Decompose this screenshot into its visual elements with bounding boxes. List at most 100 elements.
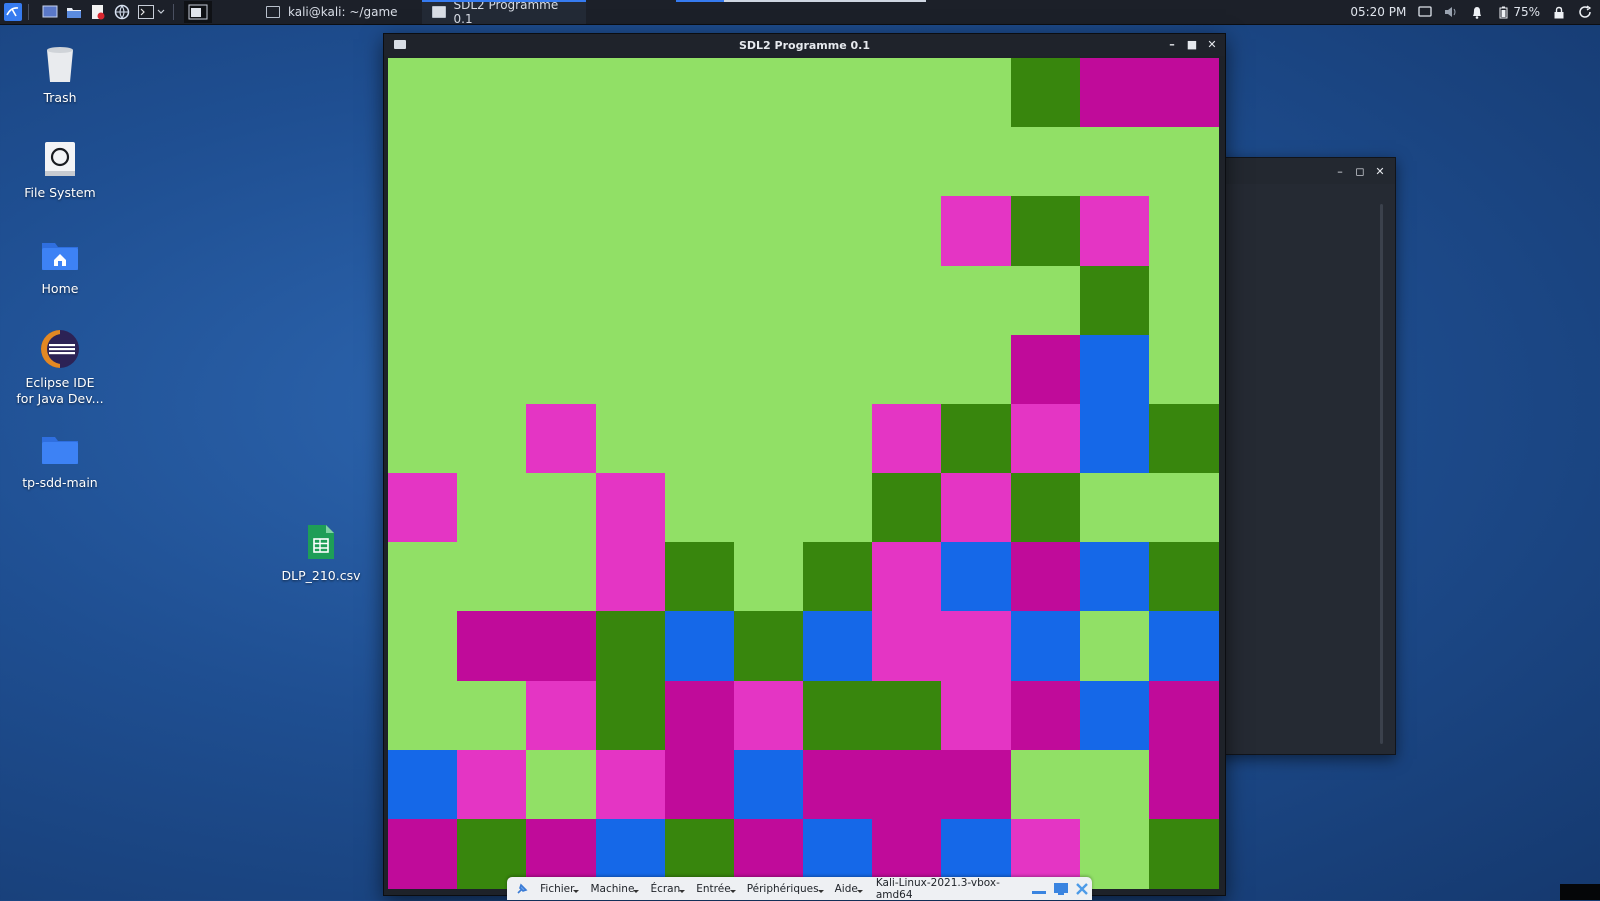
grid-cell[interactable] bbox=[664, 334, 735, 405]
grid-cell[interactable] bbox=[1010, 127, 1081, 198]
grid-cell[interactable] bbox=[457, 334, 528, 405]
grid-cell[interactable] bbox=[595, 334, 666, 405]
grid-cell[interactable] bbox=[457, 680, 528, 751]
menu-ecran[interactable]: Écran bbox=[642, 883, 688, 895]
grid-cell[interactable] bbox=[1148, 542, 1219, 613]
grid-cell[interactable] bbox=[664, 749, 735, 820]
grid-cell[interactable] bbox=[457, 403, 528, 474]
grid-cell[interactable] bbox=[941, 127, 1012, 198]
grid-cell[interactable] bbox=[1079, 680, 1150, 751]
grid-cell[interactable] bbox=[595, 196, 666, 267]
grid-cell[interactable] bbox=[1010, 473, 1081, 543]
grid-cell[interactable] bbox=[872, 265, 943, 336]
grid-cell[interactable] bbox=[803, 334, 873, 405]
grid-cell[interactable] bbox=[388, 473, 458, 543]
grid-cell[interactable] bbox=[526, 265, 597, 336]
grid-cell[interactable] bbox=[1079, 196, 1150, 267]
grid-cell[interactable] bbox=[803, 611, 873, 682]
grid-cell[interactable] bbox=[1079, 749, 1150, 820]
grid-cell[interactable] bbox=[595, 680, 666, 751]
grid-cell[interactable] bbox=[872, 473, 943, 543]
grid-cell[interactable] bbox=[872, 403, 943, 474]
grid-cell[interactable] bbox=[664, 196, 735, 267]
grid-cell[interactable] bbox=[941, 334, 1012, 405]
grid-cell[interactable] bbox=[526, 196, 597, 267]
grid-cell[interactable] bbox=[1010, 542, 1081, 613]
exit-fullscreen-icon[interactable] bbox=[1053, 882, 1069, 896]
grid-cell[interactable] bbox=[1079, 611, 1150, 682]
window-titlebar[interactable]: SDL2 Programme 0.1 – ■ ✕ bbox=[384, 34, 1225, 56]
grid-cell[interactable] bbox=[1148, 334, 1219, 405]
minimize-vm-icon[interactable] bbox=[1031, 882, 1047, 896]
menu-machine[interactable]: Machine bbox=[582, 883, 642, 895]
grid-cell[interactable] bbox=[803, 127, 873, 198]
maximize-icon[interactable]: ◻ bbox=[1355, 164, 1365, 178]
grid-cell[interactable] bbox=[941, 749, 1012, 820]
grid-cell[interactable] bbox=[457, 58, 528, 128]
grid-cell[interactable] bbox=[1148, 127, 1219, 198]
grid-cell[interactable] bbox=[388, 680, 458, 751]
grid-cell[interactable] bbox=[664, 542, 735, 613]
grid-cell[interactable] bbox=[1148, 749, 1219, 820]
grid-cell[interactable] bbox=[1010, 680, 1081, 751]
grid-cell[interactable] bbox=[664, 611, 735, 682]
grid-cell[interactable] bbox=[1010, 403, 1081, 474]
grid-cell[interactable] bbox=[733, 334, 804, 405]
clock[interactable]: 05:20 PM bbox=[1350, 5, 1406, 19]
grid-cell[interactable] bbox=[941, 196, 1012, 267]
grid-cell[interactable] bbox=[1079, 127, 1150, 198]
grid-cell[interactable] bbox=[595, 749, 666, 820]
grid-cell[interactable] bbox=[872, 749, 943, 820]
grid-cell[interactable] bbox=[1079, 403, 1150, 474]
grid-cell[interactable] bbox=[803, 749, 873, 820]
grid-cell[interactable] bbox=[1079, 58, 1150, 128]
desktop-item-home[interactable]: Home bbox=[5, 235, 115, 297]
grid-cell[interactable] bbox=[1079, 542, 1150, 613]
grid-cell[interactable] bbox=[1010, 749, 1081, 820]
grid-cell[interactable] bbox=[733, 196, 804, 267]
grid-cell[interactable] bbox=[526, 680, 597, 751]
grid-cell[interactable] bbox=[526, 473, 597, 543]
grid-cell[interactable] bbox=[1010, 58, 1081, 128]
grid-cell[interactable] bbox=[1010, 265, 1081, 336]
menu-aide[interactable]: Aide bbox=[827, 883, 866, 895]
close-icon[interactable]: ✕ bbox=[1375, 164, 1385, 178]
game-canvas[interactable] bbox=[388, 58, 1219, 889]
grid-cell[interactable] bbox=[733, 749, 804, 820]
grid-cell[interactable] bbox=[664, 680, 735, 751]
grid-cell[interactable] bbox=[526, 542, 597, 613]
grid-cell[interactable] bbox=[457, 127, 528, 198]
grid-cell[interactable] bbox=[941, 542, 1012, 613]
grid-cell[interactable] bbox=[1079, 265, 1150, 336]
grid-cell[interactable] bbox=[664, 127, 735, 198]
grid-cell[interactable] bbox=[733, 611, 804, 682]
grid-cell[interactable] bbox=[388, 58, 458, 128]
grid-cell[interactable] bbox=[526, 403, 597, 474]
grid-cell[interactable] bbox=[872, 58, 943, 128]
display-icon[interactable] bbox=[1418, 5, 1432, 19]
task-terminal[interactable]: kali@kali: ~/game bbox=[256, 0, 420, 24]
desktop-item-tp-sdd-main[interactable]: tp-sdd-main bbox=[5, 429, 115, 491]
grid-cell[interactable] bbox=[733, 58, 804, 128]
grid-cell[interactable] bbox=[941, 473, 1012, 543]
grid-cell[interactable] bbox=[388, 127, 458, 198]
grid-cell[interactable] bbox=[595, 127, 666, 198]
grid-cell[interactable] bbox=[457, 265, 528, 336]
grid-cell[interactable] bbox=[872, 542, 943, 613]
grid-cell[interactable] bbox=[595, 542, 666, 613]
grid-cell[interactable] bbox=[941, 265, 1012, 336]
grid-cell[interactable] bbox=[733, 680, 804, 751]
show-desktop-icon[interactable] bbox=[41, 3, 59, 21]
terminal-launcher-icon[interactable] bbox=[137, 3, 155, 21]
logout-icon[interactable] bbox=[1578, 5, 1592, 19]
chevron-down-icon[interactable] bbox=[157, 3, 165, 21]
grid-cell[interactable] bbox=[872, 127, 943, 198]
grid-cell[interactable] bbox=[457, 196, 528, 267]
grid-cell[interactable] bbox=[803, 58, 873, 128]
kali-menu-icon[interactable] bbox=[4, 3, 22, 21]
grid-cell[interactable] bbox=[457, 749, 528, 820]
grid-cell[interactable] bbox=[595, 611, 666, 682]
grid-cell[interactable] bbox=[1010, 334, 1081, 405]
grid-cell[interactable] bbox=[1148, 818, 1219, 889]
grid-cell[interactable] bbox=[526, 749, 597, 820]
